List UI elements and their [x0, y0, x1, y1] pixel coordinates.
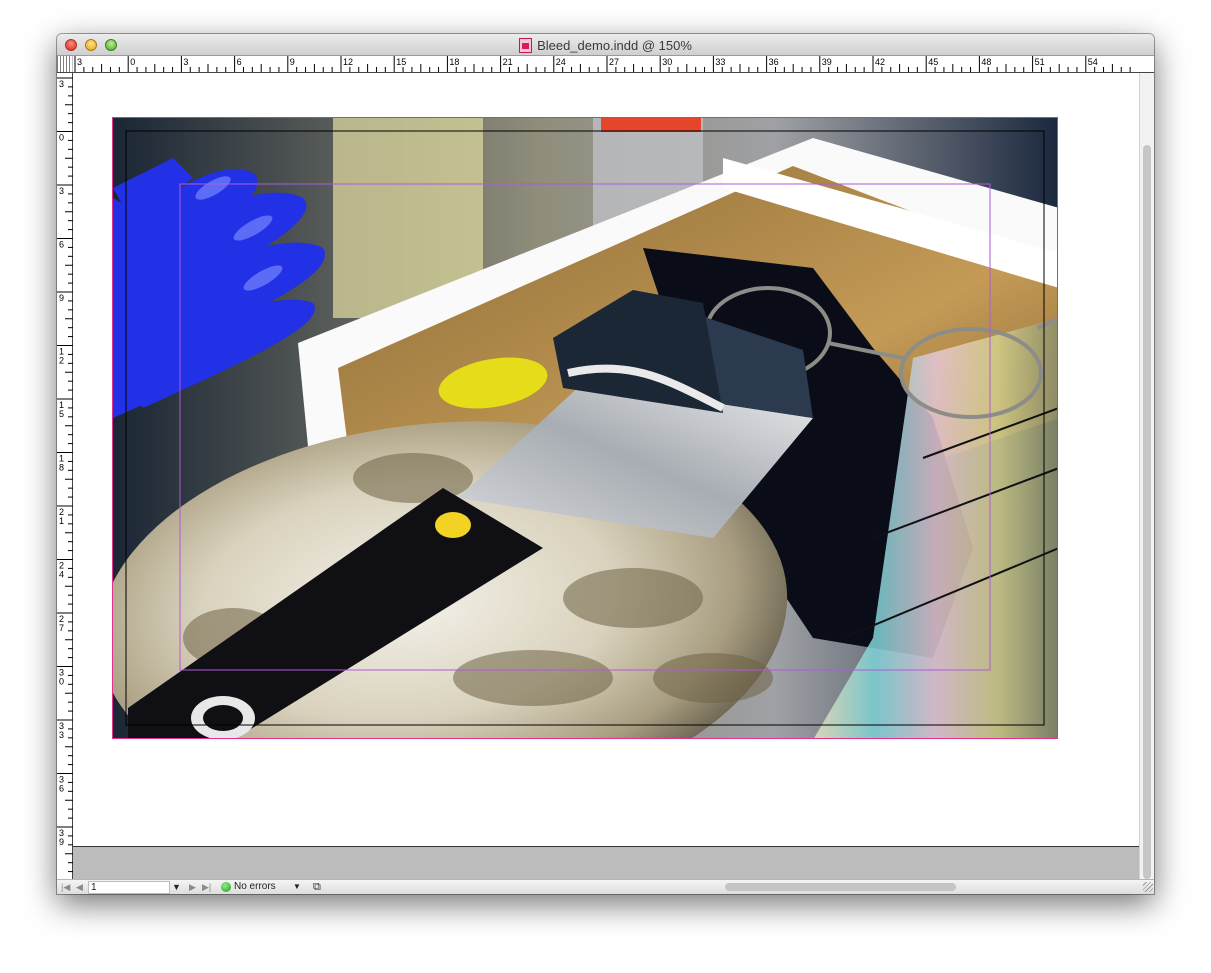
- next-page-icon[interactable]: ▶: [189, 880, 196, 894]
- horizontal-ruler-label: 3: [77, 57, 82, 67]
- horizontal-ruler-label: 33: [715, 57, 725, 67]
- page-number-field[interactable]: 1: [88, 881, 170, 894]
- vertical-ruler[interactable]: 3036912151821242730333639: [57, 73, 73, 879]
- horizontal-ruler-label: 15: [396, 57, 406, 67]
- horizontal-ruler-label: 27: [609, 57, 619, 67]
- vertical-ruler-label: 0: [59, 677, 64, 687]
- preflight-status-icon: [221, 882, 231, 892]
- horizontal-ruler-label: 48: [981, 57, 991, 67]
- first-page-icon[interactable]: |◀: [61, 880, 70, 894]
- vertical-scrollbar-thumb[interactable]: [1143, 145, 1151, 879]
- vertical-ruler-label: 8: [59, 463, 64, 473]
- horizontal-ruler-label: 18: [449, 57, 459, 67]
- placed-photo: [113, 118, 1057, 738]
- page-menu-chevron-down-icon[interactable]: ▼: [172, 880, 181, 894]
- window-resize-grip[interactable]: [1143, 882, 1153, 892]
- vertical-ruler-label: 0: [59, 133, 64, 143]
- vertical-scrollbar[interactable]: [1139, 73, 1154, 879]
- indesign-document-icon: [519, 37, 533, 53]
- pasteboard[interactable]: [73, 73, 1139, 879]
- horizontal-ruler-label: 0: [130, 57, 135, 67]
- vertical-ruler-label: 2: [59, 356, 64, 366]
- document-window: Bleed_demo.indd @ 150% 3 0 3 6 9 12 15 18 21 24 27…: [57, 34, 1154, 894]
- document-open-icon[interactable]: ⧉: [313, 880, 321, 894]
- vertical-ruler-label: 9: [59, 837, 64, 847]
- previous-page-icon[interactable]: ◀: [76, 880, 83, 894]
- horizontal-ruler-label: 30: [662, 57, 672, 67]
- horizontal-ruler-label: 21: [503, 57, 513, 67]
- vertical-ruler-label: 6: [59, 240, 64, 250]
- horizontal-ruler-label: 45: [928, 57, 938, 67]
- horizontal-ruler-label: 42: [875, 57, 885, 67]
- horizontal-ruler-label: 54: [1088, 57, 1098, 67]
- preflight-menu-chevron-down-icon[interactable]: ▼: [293, 880, 301, 894]
- vertical-ruler-label: 3: [59, 79, 64, 89]
- vertical-ruler-label: 3: [59, 730, 64, 740]
- horizontal-ruler-label: 9: [290, 57, 295, 67]
- horizontal-ruler-label: 51: [1035, 57, 1045, 67]
- horizontal-ruler-label: 12: [343, 57, 353, 67]
- horizontal-ruler-ticks: 3 0 3 6 9 12 15 18 21 24 27 30 33 36 39 42 45 48 51 54: [74, 56, 1131, 72]
- window-title-group: Bleed_demo.indd @ 150%: [57, 34, 1154, 56]
- status-bar: |◀ ◀ 1 ▼ ▶ ▶| No errors ▼ ⧉: [57, 879, 1154, 894]
- vertical-ruler-label: 3: [59, 186, 64, 196]
- horizontal-scrollbar-thumb[interactable]: [725, 883, 956, 891]
- horizontal-ruler-label: 39: [822, 57, 832, 67]
- horizontal-ruler-label: 3: [183, 57, 188, 67]
- window-title: Bleed_demo.indd @ 150%: [537, 37, 692, 53]
- vertical-ruler-label: 7: [59, 623, 64, 633]
- horizontal-ruler-label: 24: [556, 57, 566, 67]
- vertical-ruler-label: 5: [59, 409, 64, 419]
- vertical-ruler-label: 4: [59, 570, 64, 580]
- title-bar[interactable]: Bleed_demo.indd @ 150%: [57, 34, 1154, 56]
- placed-image-frame[interactable]: [112, 117, 1058, 739]
- horizontal-ruler-label: 36: [769, 57, 779, 67]
- vertical-ruler-label: 6: [59, 784, 64, 794]
- horizontal-ruler[interactable]: 3 0 3 6 9 12 15 18 21 24 27 30 33 36 39 42 45 48 51 54: [57, 56, 1154, 73]
- preflight-status-text[interactable]: No errors: [234, 880, 276, 894]
- last-page-icon[interactable]: ▶|: [202, 880, 211, 894]
- pasteboard-gray-band: [73, 846, 1139, 879]
- vertical-ruler-ticks: 3036912151821242730333639: [57, 77, 73, 873]
- vertical-ruler-label: 1: [59, 516, 64, 526]
- vertical-ruler-label: 9: [59, 293, 64, 303]
- horizontal-ruler-label: 6: [237, 57, 242, 67]
